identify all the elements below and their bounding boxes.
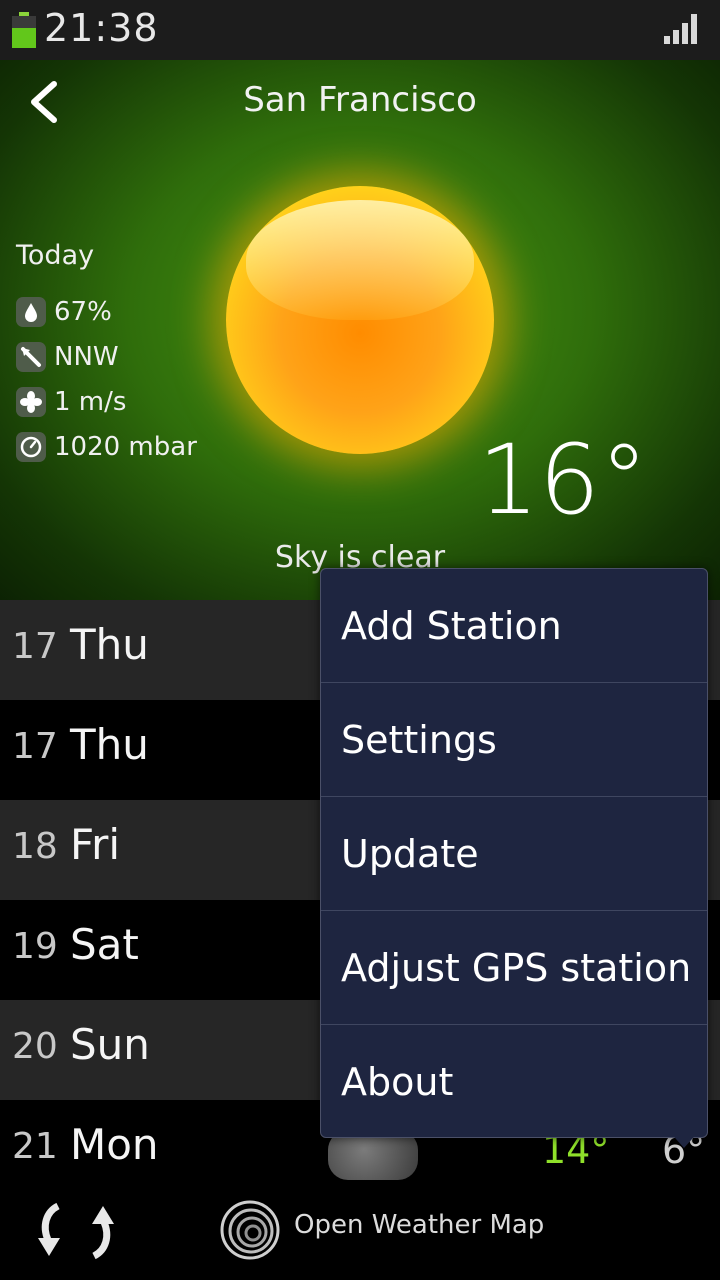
forecast-date: 17 — [12, 726, 58, 767]
forecast-day: Thu — [70, 620, 149, 669]
forecast-date: 20 — [12, 1026, 58, 1067]
options-menu: Add Station Settings Update Adjust GPS s… — [320, 568, 708, 1138]
forecast-day: Fri — [70, 820, 121, 869]
today-label: Today — [16, 240, 95, 271]
humidity-stat: 67% — [16, 296, 112, 328]
current-temperature: 16° — [477, 424, 648, 536]
pressure-stat: 1020 mbar — [16, 431, 197, 463]
gauge-icon — [16, 432, 46, 462]
wind-speed-stat: 1 m/s — [16, 386, 126, 418]
forecast-date: 18 — [12, 826, 58, 867]
forecast-day: Sat — [70, 920, 139, 969]
wind-direction-icon — [16, 342, 46, 372]
menu-item-about[interactable]: About — [321, 1025, 707, 1139]
menu-item-adjust-gps-station[interactable]: Adjust GPS station — [321, 911, 707, 1025]
menu-item-update[interactable]: Update — [321, 797, 707, 911]
status-bar: 21:38 — [0, 0, 720, 60]
sun-icon — [226, 186, 494, 454]
humidity-value: 67% — [54, 297, 112, 327]
wind-speed-value: 1 m/s — [54, 387, 127, 417]
refresh-icon[interactable] — [36, 1198, 116, 1264]
forecast-date: 19 — [12, 926, 58, 967]
battery-icon — [12, 12, 36, 48]
city-title: San Francisco — [243, 80, 477, 120]
forecast-day: Thu — [70, 720, 149, 769]
signal-icon — [664, 14, 698, 44]
bottom-bar: Open Weather Map — [0, 1180, 720, 1280]
forecast-day: Sun — [70, 1020, 150, 1069]
forecast-date: 17 — [12, 626, 58, 667]
status-time: 21:38 — [44, 6, 159, 50]
pressure-value: 1020 mbar — [54, 432, 197, 462]
menu-item-settings[interactable]: Settings — [321, 683, 707, 797]
openweathermap-logo-icon[interactable] — [220, 1200, 280, 1260]
water-drop-icon — [16, 297, 46, 327]
provider-link[interactable]: Open Weather Map — [294, 1210, 544, 1240]
menu-pointer — [668, 1130, 700, 1148]
wind-direction-stat: NNW — [16, 341, 119, 373]
menu-item-add-station[interactable]: Add Station — [321, 569, 707, 683]
forecast-day: Mon — [70, 1120, 159, 1169]
fan-icon — [16, 387, 46, 417]
wind-direction-value: NNW — [54, 342, 119, 372]
current-weather-panel: San Francisco Today 67% NNW 1 m/s 1020 m… — [0, 60, 720, 600]
forecast-date: 21 — [12, 1126, 58, 1167]
